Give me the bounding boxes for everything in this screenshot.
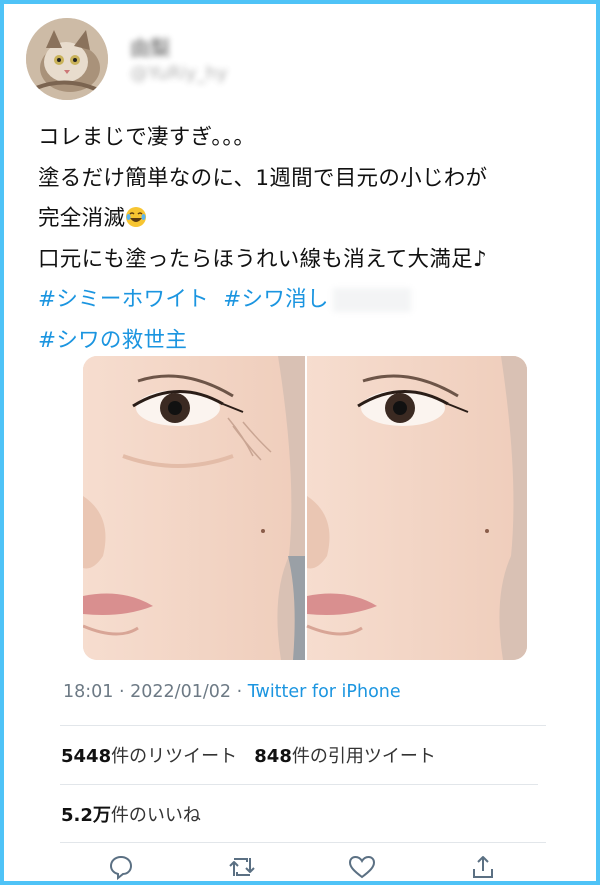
like-icon xyxy=(349,855,376,879)
tweet-header: 由梨 @YuRiy_hy xyxy=(26,18,566,108)
share-button[interactable] xyxy=(466,850,500,884)
retweet-stats: 5448件のリツイート 848件の引用ツイート xyxy=(61,742,436,768)
before-after-face-photo-icon xyxy=(83,356,527,660)
reply-button[interactable] xyxy=(104,850,138,884)
user-handle[interactable]: @YuRiy_hy xyxy=(130,63,228,84)
retweet-icon xyxy=(228,858,255,876)
avatar[interactable] xyxy=(26,18,108,100)
retweets-link[interactable]: 5448件のリツイート xyxy=(61,746,237,767)
tweet-line: 完全消滅 xyxy=(38,199,578,240)
redacted-area xyxy=(332,288,411,312)
likes-count: 5.2万 xyxy=(61,805,111,826)
tweet-line-text: 完全消滅 xyxy=(38,206,126,231)
tweet-line: コレまじで凄すぎ。。。 xyxy=(38,125,256,150)
user-display-name[interactable]: 由梨 xyxy=(130,32,170,61)
quotes-count: 848 xyxy=(254,746,292,767)
reply-icon xyxy=(109,855,133,880)
like-button[interactable] xyxy=(345,850,379,884)
divider xyxy=(60,784,538,785)
hashtag-link[interactable]: #シワの救世主 xyxy=(38,328,187,353)
meta-separator: · xyxy=(113,682,131,702)
divider xyxy=(60,842,546,843)
tweet-time[interactable]: 18:01 xyxy=(63,682,113,702)
retweets-count: 5448 xyxy=(61,746,112,767)
retweets-label: 件のリツイート xyxy=(111,746,238,767)
tweet-source-link[interactable]: Twitter for iPhone xyxy=(248,682,401,702)
tweet-date[interactable]: 2022/01/02 xyxy=(130,682,231,702)
cat-photo-icon xyxy=(26,18,108,100)
quotes-link[interactable]: 848件の引用ツイート xyxy=(254,746,436,767)
meta-separator: · xyxy=(231,682,248,702)
action-bar xyxy=(104,849,500,885)
tweet-line: 塗るだけ簡単なのに、1週間で目元の小じわが xyxy=(38,165,488,191)
like-stats[interactable]: 5.2万件のいいね xyxy=(61,801,201,827)
divider xyxy=(60,725,546,726)
hashtag-link[interactable]: #シミーホワイト xyxy=(38,287,209,312)
share-icon xyxy=(472,856,493,878)
tears-of-joy-emoji-icon xyxy=(125,206,147,231)
tweet-photo[interactable] xyxy=(83,356,527,660)
hashtag-link[interactable]: #シワ消し xyxy=(223,287,329,312)
quotes-label: 件の引用ツイート xyxy=(291,746,436,767)
tweet-meta: 18:01 · 2022/01/02 · Twitter for iPhone xyxy=(63,682,401,702)
retweet-button[interactable] xyxy=(225,850,259,884)
hashtag-line: #シミーホワイト #シワ消し xyxy=(38,280,578,321)
likes-label: 件のいいね xyxy=(110,805,201,826)
tweet-text: コレまじで凄すぎ。。。 塗るだけ簡単なのに、1週間で目元の小じわが 完全消滅 口… xyxy=(38,118,578,361)
hashtag-line: #シワの救世主 xyxy=(38,321,578,362)
tweet-line: 口元にも塗ったらほうれい線も消えて大満足♪ xyxy=(38,246,487,272)
